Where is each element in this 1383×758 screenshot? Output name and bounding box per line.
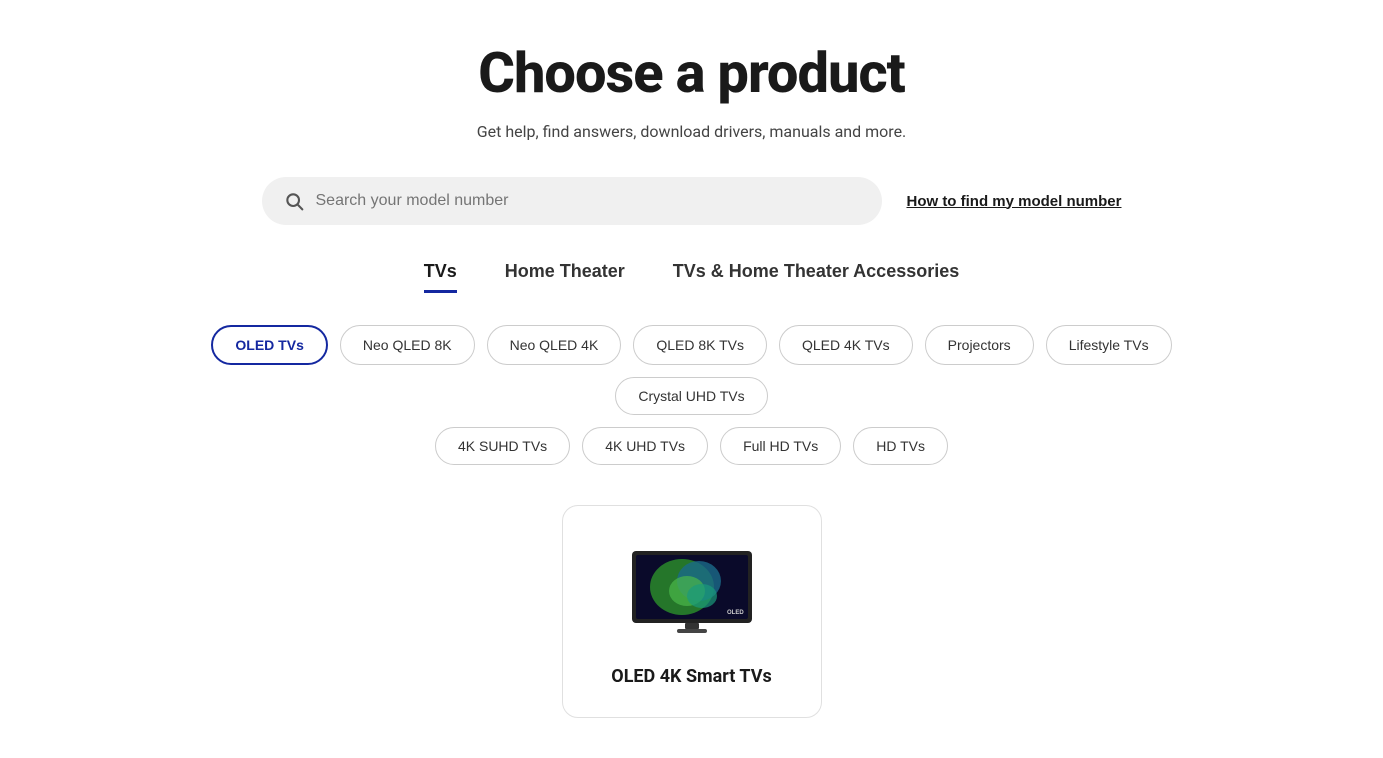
chip-qled-4k-tvs[interactable]: QLED 4K TVs xyxy=(779,325,913,365)
chip-lifestyle-tvs[interactable]: Lifestyle TVs xyxy=(1046,325,1172,365)
chip-neo-qled-8k[interactable]: Neo QLED 8K xyxy=(340,325,475,365)
tab-accessories[interactable]: TVs & Home Theater Accessories xyxy=(673,261,959,293)
search-row: How to find my model number xyxy=(262,177,1122,225)
chip-neo-qled-4k[interactable]: Neo QLED 4K xyxy=(487,325,622,365)
tab-home-theater[interactable]: Home Theater xyxy=(505,261,625,293)
chip-qled-8k-tvs[interactable]: QLED 8K TVs xyxy=(633,325,767,365)
tab-tvs[interactable]: TVs xyxy=(424,261,457,293)
product-image: OLED xyxy=(627,546,757,636)
svg-text:OLED: OLED xyxy=(727,610,744,616)
page-subtitle: Get help, find answers, download drivers… xyxy=(477,122,907,141)
chip-4k-suhd-tvs[interactable]: 4K SUHD TVs xyxy=(435,427,570,465)
chip-crystal-uhd-tvs[interactable]: Crystal UHD TVs xyxy=(615,377,767,415)
tabs-row: TVs Home Theater TVs & Home Theater Acce… xyxy=(424,261,960,293)
product-card-title: OLED 4K Smart TVs xyxy=(611,666,771,687)
chip-oled-tvs[interactable]: OLED TVs xyxy=(211,325,327,365)
search-icon xyxy=(284,191,304,211)
filter-chips-row1: OLED TVs Neo QLED 8K Neo QLED 4K QLED 8K… xyxy=(142,325,1242,415)
model-number-link[interactable]: How to find my model number xyxy=(906,193,1121,210)
page-title: Choose a product xyxy=(478,40,904,106)
chip-full-hd-tvs[interactable]: Full HD TVs xyxy=(720,427,841,465)
chip-4k-uhd-tvs[interactable]: 4K UHD TVs xyxy=(582,427,708,465)
chip-projectors[interactable]: Projectors xyxy=(925,325,1034,365)
page-container: Choose a product Get help, find answers,… xyxy=(0,0,1383,758)
search-input[interactable] xyxy=(316,192,861,210)
product-card-oled-4k[interactable]: OLED OLED 4K Smart TVs xyxy=(562,505,822,718)
chip-hd-tvs[interactable]: HD TVs xyxy=(853,427,948,465)
search-input-wrapper[interactable] xyxy=(262,177,883,225)
filter-chips-row2: 4K SUHD TVs 4K UHD TVs Full HD TVs HD TV… xyxy=(435,427,948,465)
